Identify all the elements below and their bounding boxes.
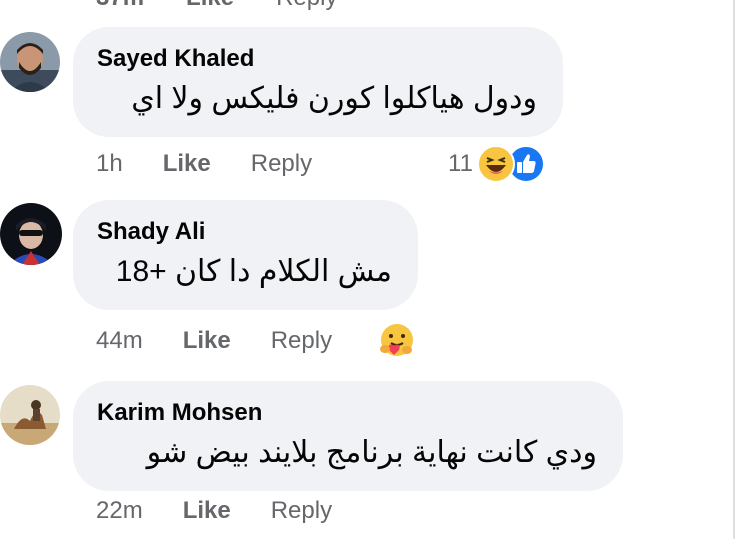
panel-border xyxy=(733,0,735,539)
previous-comment-actions: 37m Like Reply xyxy=(96,0,379,12)
reply-link[interactable]: Reply xyxy=(251,150,312,178)
reply-link[interactable]: Reply xyxy=(271,327,332,355)
author-name[interactable]: Shady Ali xyxy=(97,218,392,246)
avatar[interactable] xyxy=(0,32,60,92)
reactions-summary[interactable] xyxy=(377,319,415,361)
comment-actions: 1h Like Reply xyxy=(96,149,312,179)
care-icon xyxy=(377,321,415,359)
comment-bubble: Sayed Khaled ودول هياكلوا كورن فليكس ولا… xyxy=(73,27,563,137)
comment-actions: 44m Like Reply xyxy=(96,326,332,356)
like-link[interactable]: Like xyxy=(183,497,231,525)
reactions-summary[interactable]: 11 xyxy=(448,143,545,185)
reply-link[interactable]: Reply xyxy=(271,497,332,525)
like-link[interactable]: Like xyxy=(163,150,211,178)
comment-text: ودول هياكلوا كورن فليكس ولا اي xyxy=(131,82,537,115)
comment-bubble: Shady Ali مش الكلام دا كان +18 xyxy=(73,200,418,310)
comment-bubble: Karim Mohsen ودي كانت نهاية برنامج بلاين… xyxy=(73,381,623,491)
avatar[interactable] xyxy=(0,203,62,265)
haha-icon xyxy=(476,145,515,183)
author-name[interactable]: Sayed Khaled xyxy=(97,45,537,73)
comment-time[interactable]: 1h xyxy=(96,150,123,178)
reply-link[interactable]: Reply xyxy=(276,0,337,12)
comment-time[interactable]: 37m xyxy=(96,0,144,12)
avatar[interactable] xyxy=(0,385,60,445)
reaction-count: 11 xyxy=(448,150,473,177)
like-link[interactable]: Like xyxy=(186,0,234,12)
comment-time[interactable]: 44m xyxy=(96,327,143,355)
comment-text: ودي كانت نهاية برنامج بلايند بيض شو xyxy=(146,436,597,469)
comment-actions: 22m Like Reply xyxy=(96,496,332,526)
author-name[interactable]: Karim Mohsen xyxy=(97,399,597,427)
comment-time[interactable]: 22m xyxy=(96,497,143,525)
like-link[interactable]: Like xyxy=(183,327,231,355)
comment-text: مش الكلام دا كان +18 xyxy=(115,255,392,288)
